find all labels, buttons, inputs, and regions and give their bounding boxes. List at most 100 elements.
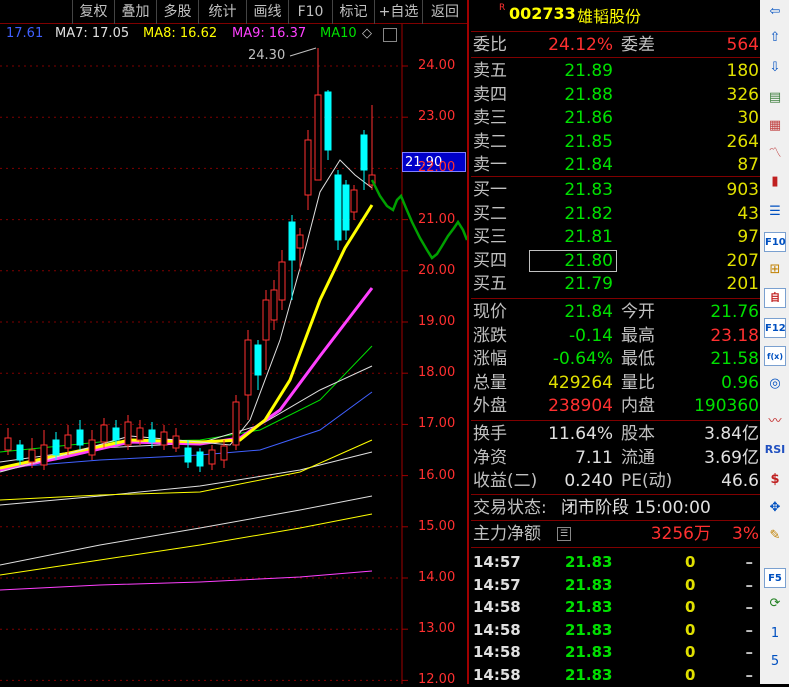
fund-value-2: 3.84亿 xyxy=(704,424,759,444)
trade-status-row: 交易状态: 闭市阶段 15:00:00 xyxy=(471,497,761,519)
ask-volume: 264 xyxy=(726,131,759,152)
tick-direction: – xyxy=(745,665,754,684)
tick-time: 14:58 xyxy=(473,620,521,639)
fund-label: 净资 xyxy=(473,447,507,468)
candle-body xyxy=(208,449,216,465)
move-icon[interactable]: ✥ xyxy=(764,498,786,518)
grid-icon[interactable]: ▦ xyxy=(764,116,786,136)
peak-price-label: 24.30 xyxy=(248,48,286,63)
bid-volume: 201 xyxy=(726,274,759,294)
dollar-icon[interactable]: $ xyxy=(764,470,786,490)
candle-body xyxy=(244,339,252,396)
arrow-left-icon[interactable]: ⇦ xyxy=(764,2,786,22)
stat-value: 238904 xyxy=(548,396,613,416)
tick-price: 21.83 xyxy=(565,553,613,571)
arrow-down-icon[interactable]: ⇩ xyxy=(764,58,786,78)
bid-volume: 903 xyxy=(726,180,759,200)
candle-body xyxy=(296,234,304,249)
candles xyxy=(4,47,376,472)
candle-body xyxy=(4,437,12,451)
price-tick-label: 21.00 xyxy=(418,211,456,227)
fund-label-2: 股本 xyxy=(621,424,655,444)
ask-row: 卖四 21.88 326 xyxy=(471,84,761,106)
tick-direction: – xyxy=(745,620,754,639)
price-tick-label: 22.00 xyxy=(418,160,456,176)
tick-direction: – xyxy=(745,575,754,594)
circle-icon[interactable]: ◎ xyxy=(764,374,786,394)
page-1[interactable]: 1 xyxy=(764,624,786,644)
refresh-icon[interactable]: ⟳ xyxy=(764,594,786,614)
stat-value-2: 21.76 xyxy=(710,302,759,322)
stat-value-2: 0.96 xyxy=(721,372,759,393)
fund-label: 换手 xyxy=(473,424,507,444)
tick-direction: – xyxy=(745,553,754,571)
stat-row: 涨跌 -0.14 最高 23.18 xyxy=(471,325,761,347)
page-5[interactable]: 5 xyxy=(764,652,786,672)
price-tick-label: 14.00 xyxy=(418,570,456,585)
candle-body xyxy=(160,431,168,446)
price-tick-label: 12.00 xyxy=(418,672,456,687)
stat-value-2: 190360 xyxy=(694,396,759,416)
f12-icon[interactable]: F12 xyxy=(764,318,786,338)
candle-icon[interactable]: ▮ xyxy=(764,172,786,192)
bid-label: 买二 xyxy=(473,203,507,224)
line-chart-icon[interactable]: 〽 xyxy=(764,144,786,164)
tick-direction: – xyxy=(745,598,754,616)
pen-icon[interactable]: ✎ xyxy=(764,526,786,546)
candle-body xyxy=(100,424,108,443)
report-icon[interactable]: ▤ xyxy=(764,88,786,108)
hierarchy-icon[interactable]: ⊞ xyxy=(764,260,786,280)
ask-row: 卖一 21.84 87 xyxy=(471,154,761,176)
stat-label: 总量 xyxy=(473,372,507,393)
stat-value-2: 21.58 xyxy=(710,349,759,369)
fund-label-2: PE(动) xyxy=(621,471,673,491)
tick-time: 14:57 xyxy=(473,575,521,594)
bid-row: 买二 21.82 43 xyxy=(471,203,761,225)
quote-panel: R 002733 雄韬股份 委比 24.12% 委差 564 卖五 21.89 18… xyxy=(467,0,762,686)
f10-icon[interactable]: F10 xyxy=(764,232,786,252)
ask-volume: 180 xyxy=(726,61,759,81)
price-tick-label: 17.00 xyxy=(418,416,456,432)
candle-body xyxy=(148,429,156,443)
menu-icon[interactable]: ☰ xyxy=(557,527,571,541)
tick-price: 21.83 xyxy=(565,665,613,684)
bid-price: 21.83 xyxy=(564,180,613,200)
candle-body xyxy=(64,434,72,449)
tick-row: 14:58 21.83 0 – xyxy=(471,664,761,686)
price-tick-label: 23.00 xyxy=(418,109,456,125)
fund-label: 收益(二) xyxy=(473,471,538,491)
fund-value: 0.240 xyxy=(564,471,613,491)
weicha-label: 委差 xyxy=(621,35,655,55)
ask-row: 卖二 21.85 264 xyxy=(471,131,761,153)
ma-line xyxy=(0,495,373,566)
candle-body xyxy=(304,139,312,196)
tick-time: 14:58 xyxy=(473,598,521,616)
stat-value: 21.84 xyxy=(564,302,613,322)
stat-value: -0.64% xyxy=(552,349,613,369)
selected-bid-box xyxy=(529,250,617,272)
list-icon[interactable]: ☰ xyxy=(764,202,786,222)
tick-volume: 0 xyxy=(685,665,696,684)
fx-icon[interactable]: f(x) xyxy=(764,346,786,366)
rsi-icon[interactable]: RSI xyxy=(764,440,786,460)
wave-icon[interactable]: 〰 xyxy=(764,412,786,432)
bid-price: 21.79 xyxy=(564,274,613,294)
candle-body xyxy=(124,421,132,446)
stat-row: 总量 429264 量比 0.96 xyxy=(471,372,761,394)
self-select-icon[interactable]: 自 xyxy=(764,288,786,308)
tool-sidebar: ⇦ ⇧ ⇩ ▤ ▦ 〽 ▮ ☰ F10 ⊞ 自 F12 f(x) ◎ 〰 RSI… xyxy=(760,0,789,684)
arrow-up-icon[interactable]: ⇧ xyxy=(764,28,786,48)
candlestick-chart[interactable] xyxy=(0,0,467,684)
stat-label-2: 量比 xyxy=(621,372,655,393)
ask-volume: 326 xyxy=(726,84,759,105)
trade-status-label: 交易状态: xyxy=(473,498,547,518)
fundamental-row: 收益(二) 0.240 PE(动) 46.6 xyxy=(471,470,761,492)
f5-icon[interactable]: F5 xyxy=(764,568,786,588)
candle-body xyxy=(288,221,296,261)
stat-label: 外盘 xyxy=(473,396,507,416)
ask-label: 卖四 xyxy=(473,84,507,105)
stat-label-2: 内盘 xyxy=(621,396,655,416)
price-gridlines xyxy=(0,65,408,681)
fund-value: 7.11 xyxy=(575,447,613,468)
stat-row: 现价 21.84 今开 21.76 xyxy=(471,301,761,323)
